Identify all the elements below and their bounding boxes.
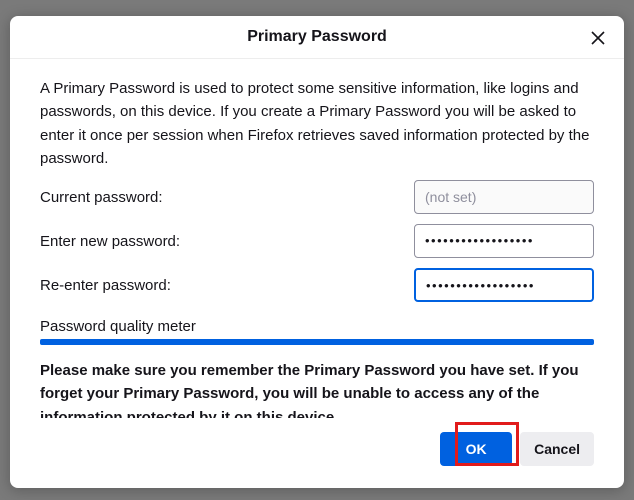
- reenter-password-label: Re-enter password:: [40, 277, 414, 294]
- primary-password-dialog: Primary Password A Primary Password is u…: [10, 16, 624, 488]
- quality-meter-label: Password quality meter: [40, 318, 594, 335]
- dialog-footer: OK Cancel: [10, 418, 624, 488]
- new-password-input[interactable]: ••••••••••••••••••: [414, 224, 594, 258]
- close-icon: [590, 30, 606, 46]
- reenter-password-row: Re-enter password: ••••••••••••••••••: [40, 268, 594, 302]
- warning-text: Please make sure you remember the Primar…: [40, 359, 594, 418]
- current-password-row: Current password:: [40, 180, 594, 214]
- new-password-row: Enter new password: ••••••••••••••••••: [40, 224, 594, 258]
- ok-button[interactable]: OK: [440, 432, 512, 466]
- password-quality-meter: [40, 339, 594, 345]
- reenter-password-input[interactable]: ••••••••••••••••••: [414, 268, 594, 302]
- new-password-label: Enter new password:: [40, 233, 414, 250]
- close-button[interactable]: [586, 26, 610, 50]
- cancel-button[interactable]: Cancel: [520, 432, 594, 466]
- dialog-header: Primary Password: [10, 16, 624, 59]
- current-password-label: Current password:: [40, 189, 414, 206]
- dialog-body: A Primary Password is used to protect so…: [10, 59, 624, 418]
- dialog-description: A Primary Password is used to protect so…: [40, 77, 594, 170]
- current-password-input[interactable]: [414, 180, 594, 214]
- dialog-title: Primary Password: [247, 28, 387, 45]
